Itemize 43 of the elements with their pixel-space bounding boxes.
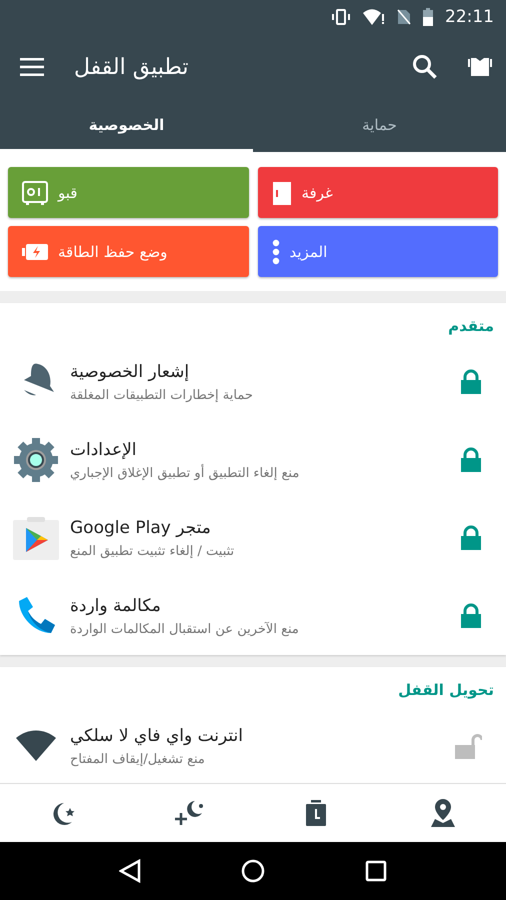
shortcut-tile[interactable]: المزيد (258, 226, 498, 277)
vibrate-icon (331, 9, 351, 25)
item-title: الإعدادات (70, 440, 137, 460)
recents-icon[interactable] (365, 860, 387, 882)
search-icon[interactable] (412, 54, 438, 80)
battery-charging-icon (22, 242, 48, 260)
item-subtitle: تثبيت / إلغاء تثبيت تطبيق المنع (70, 544, 234, 558)
app-title: تطبيق القفل (74, 54, 190, 80)
door-icon (272, 180, 292, 204)
tab[interactable]: حماية (253, 100, 506, 152)
location-pin-icon[interactable] (430, 799, 455, 827)
play-store-icon (12, 516, 60, 560)
lock-icon[interactable] (460, 369, 482, 395)
gear-icon (13, 437, 59, 483)
section-header: تحويل القفل (397, 680, 495, 701)
item-subtitle: منع الآخرين عن استقبال المكالمات الواردة (70, 622, 299, 636)
shortcut-tile[interactable]: وضع حفظ الطاقة (8, 226, 248, 277)
timer-icon[interactable] (306, 800, 326, 826)
item-title: إشعار الخصوصية (70, 362, 190, 382)
lock-icon[interactable] (460, 447, 482, 473)
back-icon[interactable] (119, 859, 141, 883)
item-subtitle: منع تشغيل/إيقاف المفتاح (70, 752, 205, 766)
shortcut-tile[interactable]: قبو (8, 167, 248, 218)
battery-icon (423, 8, 433, 26)
lock-icon[interactable] (460, 603, 482, 629)
menu-icon[interactable] (20, 58, 44, 76)
no-sim-icon (397, 9, 411, 25)
item-title: انترنت واي فاي لا سلكي (70, 726, 243, 746)
more-icon (272, 238, 280, 264)
item-subtitle: حماية إخطارات التطبيقات المغلقة (70, 388, 253, 402)
item-subtitle: منع إلغاء التطبيق أو تطبيق الإغلاق الإجباري (70, 466, 300, 480)
shortcut-tile[interactable]: غرفة (258, 167, 498, 218)
shirt-icon[interactable] (468, 55, 492, 79)
wifi-alert-icon (363, 9, 385, 25)
home-icon[interactable] (241, 859, 265, 883)
item-title: مكالمة واردة (70, 596, 161, 616)
lock-icon[interactable] (460, 525, 482, 551)
status-time: 22:11 (445, 7, 494, 27)
item-title: متجر Google Play (70, 518, 211, 538)
wifi-icon (16, 730, 56, 762)
add-moon-icon[interactable] (174, 799, 205, 827)
safe-icon (22, 180, 48, 204)
section-header: متقدم (447, 316, 495, 337)
